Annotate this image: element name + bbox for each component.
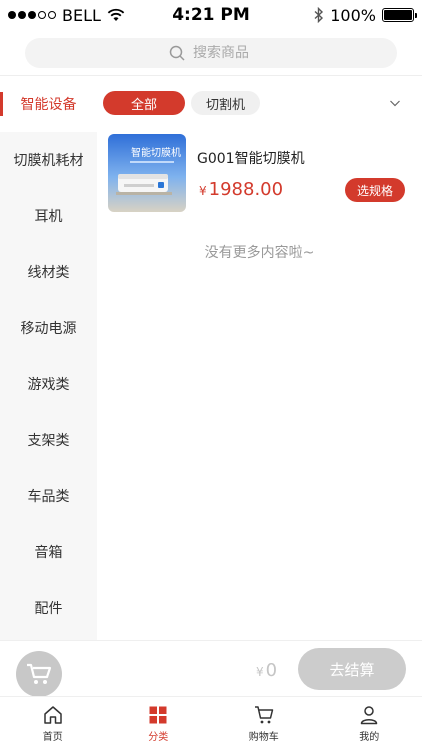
- sidebar-item-car-products[interactable]: 车品类: [0, 468, 97, 524]
- tab-label: 首页: [42, 731, 63, 743]
- sidebar-item-label: 智能设备: [20, 97, 77, 113]
- sidebar-item-label: 配件: [34, 601, 63, 617]
- sidebar-item-label: 耳机: [34, 209, 63, 225]
- no-more-content-text: 没有更多内容啦~: [204, 245, 315, 261]
- chip-all[interactable]: 全部: [103, 91, 186, 115]
- sidebar-item-accessories[interactable]: 配件: [0, 580, 97, 636]
- sidebar-item-label: 音箱: [34, 545, 63, 561]
- sidebar-item-label: 车品类: [27, 489, 70, 505]
- currency-symbol: ¥: [199, 184, 207, 198]
- sidebar-item-film-cutter-consumables[interactable]: 切膜机耗材: [0, 132, 97, 188]
- search-box[interactable]: [25, 37, 397, 68]
- svg-text:智能切膜机: 智能切膜机: [131, 146, 181, 159]
- chevron-down-icon[interactable]: [390, 98, 400, 108]
- carrier-name: BELL: [62, 5, 101, 25]
- product-price: ¥ 1988.00: [199, 179, 283, 200]
- total-value: 0: [265, 660, 278, 681]
- select-spec-button[interactable]: 选规格: [344, 178, 405, 202]
- sidebar-item-label: 线材类: [27, 265, 70, 281]
- price-value: 1988.00: [208, 179, 284, 200]
- tab-label: 购物车: [248, 731, 279, 743]
- chip-cutter[interactable]: 切割机: [191, 91, 261, 115]
- currency-symbol: ¥: [256, 665, 264, 679]
- search-icon: [169, 45, 185, 61]
- category-sidebar: 智能设备 切膜机耗材 耳机 线材类 移动电源 游戏类 支架类 车品类 音箱 配件: [0, 76, 97, 640]
- battery-percent: 100%: [330, 5, 376, 25]
- sidebar-item-speakers[interactable]: 音箱: [0, 524, 97, 580]
- sidebar-item-stands[interactable]: 支架类: [0, 412, 97, 468]
- cart-total: ¥ 0: [256, 660, 277, 681]
- bluetooth-icon: [314, 7, 324, 23]
- product-name[interactable]: G001智能切膜机: [197, 148, 305, 168]
- category-icon: [149, 706, 167, 723]
- tab-label: 我的: [359, 731, 380, 743]
- search-bar: [0, 30, 422, 76]
- battery-icon: [382, 8, 417, 22]
- sidebar-item-label: 移动电源: [20, 321, 77, 337]
- tab-profile[interactable]: 我的: [317, 697, 422, 750]
- cart-bar: ¥ 0 去结算: [0, 640, 422, 697]
- cart-icon: [27, 663, 52, 684]
- wifi-icon: [107, 8, 125, 21]
- search-input[interactable]: [193, 44, 253, 61]
- product-list-panel: 全部 切割机 智能切膜机 G001智能切膜机 ¥ 1988.00 选规格 没有更…: [97, 76, 422, 640]
- sidebar-item-earphones[interactable]: 耳机: [0, 188, 97, 244]
- tab-label: 分类: [148, 731, 169, 743]
- checkout-button[interactable]: 去结算: [298, 648, 406, 690]
- sidebar-item-label: 支架类: [27, 433, 70, 449]
- status-bar: BELL 4:21 PM 100%: [0, 0, 422, 30]
- cart-button[interactable]: [16, 651, 62, 697]
- sidebar-item-label: 游戏类: [27, 377, 70, 393]
- cart-icon: [254, 705, 273, 723]
- home-icon: [44, 705, 62, 724]
- product-image[interactable]: 智能切膜机: [108, 134, 186, 212]
- sidebar-item-power-banks[interactable]: 移动电源: [0, 300, 97, 356]
- product-card[interactable]: 智能切膜机 G001智能切膜机 ¥ 1988.00 选规格: [97, 132, 422, 212]
- tab-home[interactable]: 首页: [0, 697, 106, 750]
- filter-chips: 全部 切割机: [97, 76, 422, 130]
- sidebar-item-label: 切膜机耗材: [13, 153, 84, 169]
- tab-cart[interactable]: 购物车: [211, 697, 317, 750]
- tab-bar: 首页 分类 购物车 我的: [0, 696, 422, 750]
- tab-category[interactable]: 分类: [106, 697, 212, 750]
- sidebar-item-smart-devices[interactable]: 智能设备: [0, 76, 97, 132]
- sidebar-item-cables[interactable]: 线材类: [0, 244, 97, 300]
- signal-strength-icon: [8, 11, 56, 19]
- profile-icon: [361, 705, 378, 724]
- sidebar-item-gaming[interactable]: 游戏类: [0, 356, 97, 412]
